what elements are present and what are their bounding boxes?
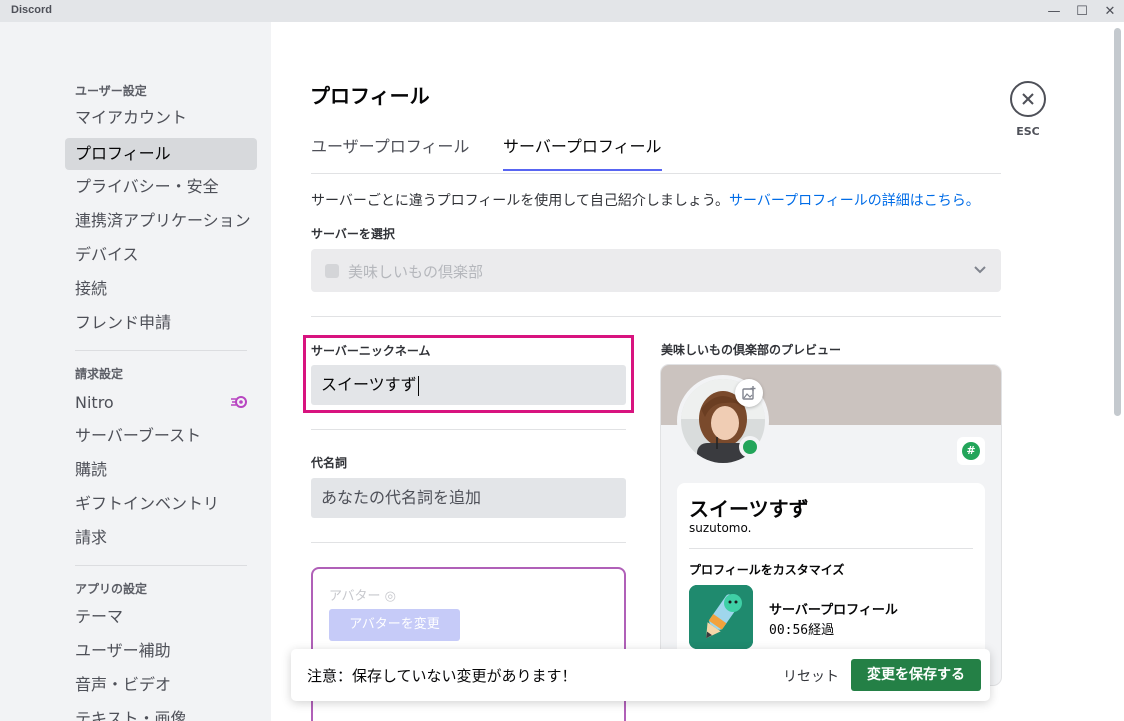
scrollbar[interactable]: [1111, 22, 1124, 721]
section-divider: [311, 316, 1001, 317]
scrollbar-thumb[interactable]: [1114, 28, 1121, 416]
section-divider: [311, 542, 626, 543]
sidebar-item-devices[interactable]: デバイス: [65, 239, 257, 271]
online-status-indicator: [739, 436, 761, 458]
section-divider: [311, 429, 626, 430]
sidebar-item-profile[interactable]: プロフィール: [65, 138, 257, 170]
sidebar-item-my-account[interactable]: マイアカウント: [65, 102, 257, 134]
close-window-button[interactable]: ✕: [1096, 0, 1124, 22]
save-changes-button[interactable]: 変更を保存する: [851, 659, 981, 691]
nitro-icon: [231, 396, 247, 408]
sidebar-item-theme[interactable]: テーマ: [65, 601, 257, 633]
sidebar-item-authorized-apps[interactable]: 連携済アプリケーション: [65, 205, 257, 237]
page-title: プロフィール: [310, 84, 430, 108]
server-profile-help-link[interactable]: サーバープロフィールの詳細はこちら。: [729, 193, 980, 209]
sidebar-item-subscriptions[interactable]: 購読: [65, 454, 257, 486]
intro-text: サーバーごとに違うプロフィールを使用して自己紹介しましょう。サーバープロフィール…: [311, 190, 980, 210]
hashtag-icon: #: [962, 442, 980, 460]
sidebar-header-billing: 請求設定: [75, 367, 124, 381]
sidebar-item-nitro[interactable]: Nitro: [65, 387, 257, 419]
nickname-value: スイーツすず: [321, 375, 417, 394]
preview-label: 美味しいもの倶楽部のプレビュー: [661, 343, 842, 357]
sidebar-item-accessibility[interactable]: ユーザー補助: [65, 635, 257, 667]
activity-icon: [689, 585, 753, 649]
pencil-mascot-icon: [689, 585, 753, 649]
close-icon: [1022, 93, 1034, 105]
sidebar-header-app-settings: アプリの設定: [75, 582, 148, 596]
nickname-input[interactable]: スイーツすず: [311, 365, 626, 405]
settings-sidebar: ユーザー設定 マイアカウント プロフィール プライバシー・安全 連携済アプリケー…: [0, 22, 271, 721]
sidebar-item-friend-requests[interactable]: フレンド申請: [65, 307, 257, 339]
activity-elapsed-time: 00:56経過: [769, 623, 835, 638]
preview-username: suzutomo.: [689, 521, 752, 535]
reset-button[interactable]: リセット: [783, 666, 839, 686]
pronouns-input[interactable]: あなたの代名詞を追加: [311, 478, 626, 518]
maximize-button[interactable]: ☐: [1068, 0, 1096, 22]
profile-settings-panel: プロフィール ユーザープロフィール サーバープロフィール サーバーごとに違うプロ…: [271, 22, 1109, 721]
tab-divider: [311, 173, 1001, 174]
pronouns-label: 代名詞: [311, 456, 348, 470]
sidebar-item-server-boost[interactable]: サーバーブースト: [65, 420, 257, 452]
profile-info-card: スイーツすず suzutomo. プロフィールをカスタマイズ サーバープロフィー…: [677, 483, 985, 673]
add-image-icon: [742, 386, 756, 400]
esc-label: ESC: [1016, 125, 1040, 138]
sidebar-item-text-images[interactable]: テキスト・画像: [65, 703, 257, 721]
profile-preview-card: # スイーツすず suzutomo. プロフィールをカスタマイズ サーバープロフ…: [661, 365, 1001, 685]
sidebar-item-voice-video[interactable]: 音声・ビデオ: [65, 669, 257, 701]
hashtag-badge: #: [957, 437, 985, 465]
preview-display-name: スイーツすず: [689, 497, 809, 521]
activity-title: サーバープロフィール: [769, 603, 898, 618]
sidebar-header-user-settings: ユーザー設定: [75, 84, 147, 98]
app-name: Discord: [11, 4, 52, 16]
server-select[interactable]: 美味しいもの倶楽部: [311, 249, 1001, 292]
nickname-label: サーバーニックネーム: [311, 344, 431, 358]
minimize-button[interactable]: —: [1040, 0, 1068, 22]
sidebar-item-connections[interactable]: 接続: [65, 273, 257, 305]
sidebar-item-gift-inventory[interactable]: ギフトインベントリ: [65, 488, 257, 520]
sidebar-divider: [75, 565, 247, 566]
text-caret: [417, 375, 419, 396]
close-settings-button[interactable]: [1010, 81, 1046, 117]
tab-user-profile[interactable]: ユーザープロフィール: [311, 133, 469, 169]
sidebar-divider: [75, 350, 247, 351]
chevron-down-icon: [974, 266, 986, 274]
unsaved-changes-text: 注意：保存していない変更があります！: [307, 667, 577, 685]
intro-description: サーバーごとに違うプロフィールを使用して自己紹介しましょう。: [311, 193, 730, 209]
server-icon: [325, 264, 339, 278]
avatar-label: アバター ◎: [329, 589, 396, 604]
server-select-value: 美味しいもの倶楽部: [348, 263, 484, 281]
card-divider: [689, 548, 973, 549]
tab-server-profile[interactable]: サーバープロフィール: [503, 133, 662, 171]
customize-title: プロフィールをカスタマイズ: [689, 563, 845, 577]
add-image-button[interactable]: [735, 379, 763, 407]
nitro-icon: ◎: [384, 589, 396, 604]
sidebar-item-privacy-safety[interactable]: プライバシー・安全: [65, 171, 257, 203]
server-select-label: サーバーを選択: [311, 227, 395, 241]
change-avatar-button[interactable]: アバターを変更: [329, 609, 460, 641]
title-bar: Discord — ☐ ✕: [0, 0, 1124, 22]
unsaved-changes-notice: 注意：保存していない変更があります！ リセット 変更を保存する: [291, 649, 990, 701]
sidebar-item-billing[interactable]: 請求: [65, 522, 257, 554]
